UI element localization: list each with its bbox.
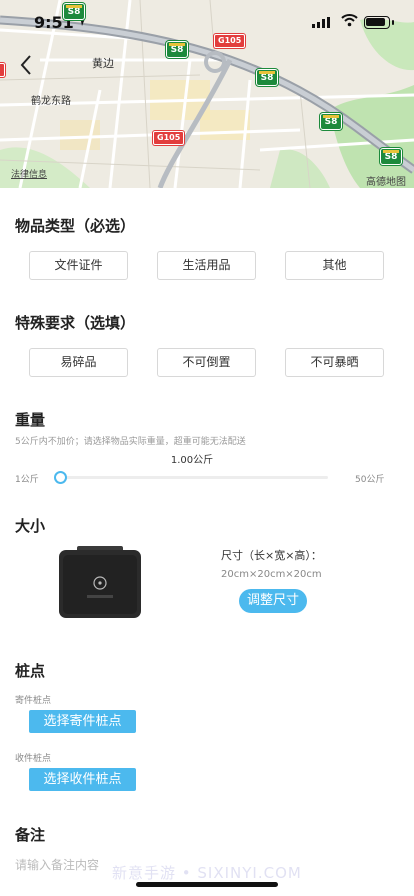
size-dimensions-value: 20cm×20cm×20cm [221, 569, 322, 580]
watermark-text: 新意手游 • SIXINYI.COM [112, 864, 302, 882]
map-label-helong-road: 鹤龙东路 [31, 96, 71, 107]
map-view[interactable]: 9:51 黄边 鹤龙东路 S8 S8 S8 S8 S8 G105 G105 法律… [0, 0, 414, 188]
battery-tip [392, 20, 394, 25]
special-requirements-title: 特殊要求（选填） [15, 314, 136, 332]
item-type-option-other[interactable]: 其他 [285, 251, 384, 280]
home-indicator[interactable] [136, 882, 278, 887]
remark-title: 备注 [15, 826, 46, 844]
size-dimensions-label: 尺寸（长×宽×高）： [221, 549, 322, 562]
weight-title: 重量 [15, 411, 46, 429]
weight-hint: 5公斤内不加价；请选择物品实际重量，超重可能无法配送 [15, 437, 246, 447]
weight-min-label: 1公斤 [15, 475, 39, 485]
item-type-title: 物品类型（必选） [15, 217, 136, 235]
size-title: 大小 [15, 517, 46, 535]
s8-shield: S8 [166, 41, 188, 58]
wifi-icon [341, 14, 358, 27]
weight-slider-thumb[interactable] [54, 471, 67, 484]
item-type-option-documents[interactable]: 文件证件 [29, 251, 128, 280]
package-box-image [59, 546, 141, 618]
map-label-huangbian: 黄边 [92, 57, 114, 70]
cellular-signal-icon [312, 17, 330, 28]
s8-shield: S8 [256, 69, 278, 86]
send-stake-label: 寄件桩点 [15, 696, 52, 706]
special-option-no-sun[interactable]: 不可暴晒 [285, 348, 384, 377]
battery-icon [364, 16, 390, 29]
special-option-fragile[interactable]: 易碎品 [29, 348, 128, 377]
g105-shield: G105 [153, 131, 185, 145]
s8-shield: S8 [63, 3, 85, 20]
item-type-option-daily-goods[interactable]: 生活用品 [157, 251, 256, 280]
map-legal-info-link[interactable]: 法律信息 [11, 167, 47, 180]
select-send-stake-button[interactable]: 选择寄件桩点 [29, 710, 136, 733]
weight-max-label: 50公斤 [355, 475, 385, 485]
back-arrow-icon[interactable] [14, 50, 38, 80]
g105-shield: G105 [214, 34, 246, 48]
s8-shield: S8 [320, 113, 342, 130]
adjust-size-button[interactable]: 调整尺寸 [239, 589, 307, 613]
special-option-no-invert[interactable]: 不可倒置 [157, 348, 256, 377]
weight-slider-track[interactable] [60, 476, 328, 479]
receive-stake-label: 收件桩点 [15, 754, 52, 764]
weight-current-value: 1.00公斤 [170, 455, 214, 466]
s8-shield: S8 [380, 148, 402, 165]
map-provider-logo: 高德地图 [366, 177, 406, 188]
g105-shield [0, 63, 5, 77]
stake-title: 桩点 [15, 662, 46, 680]
select-receive-stake-button[interactable]: 选择收件桩点 [29, 768, 136, 791]
